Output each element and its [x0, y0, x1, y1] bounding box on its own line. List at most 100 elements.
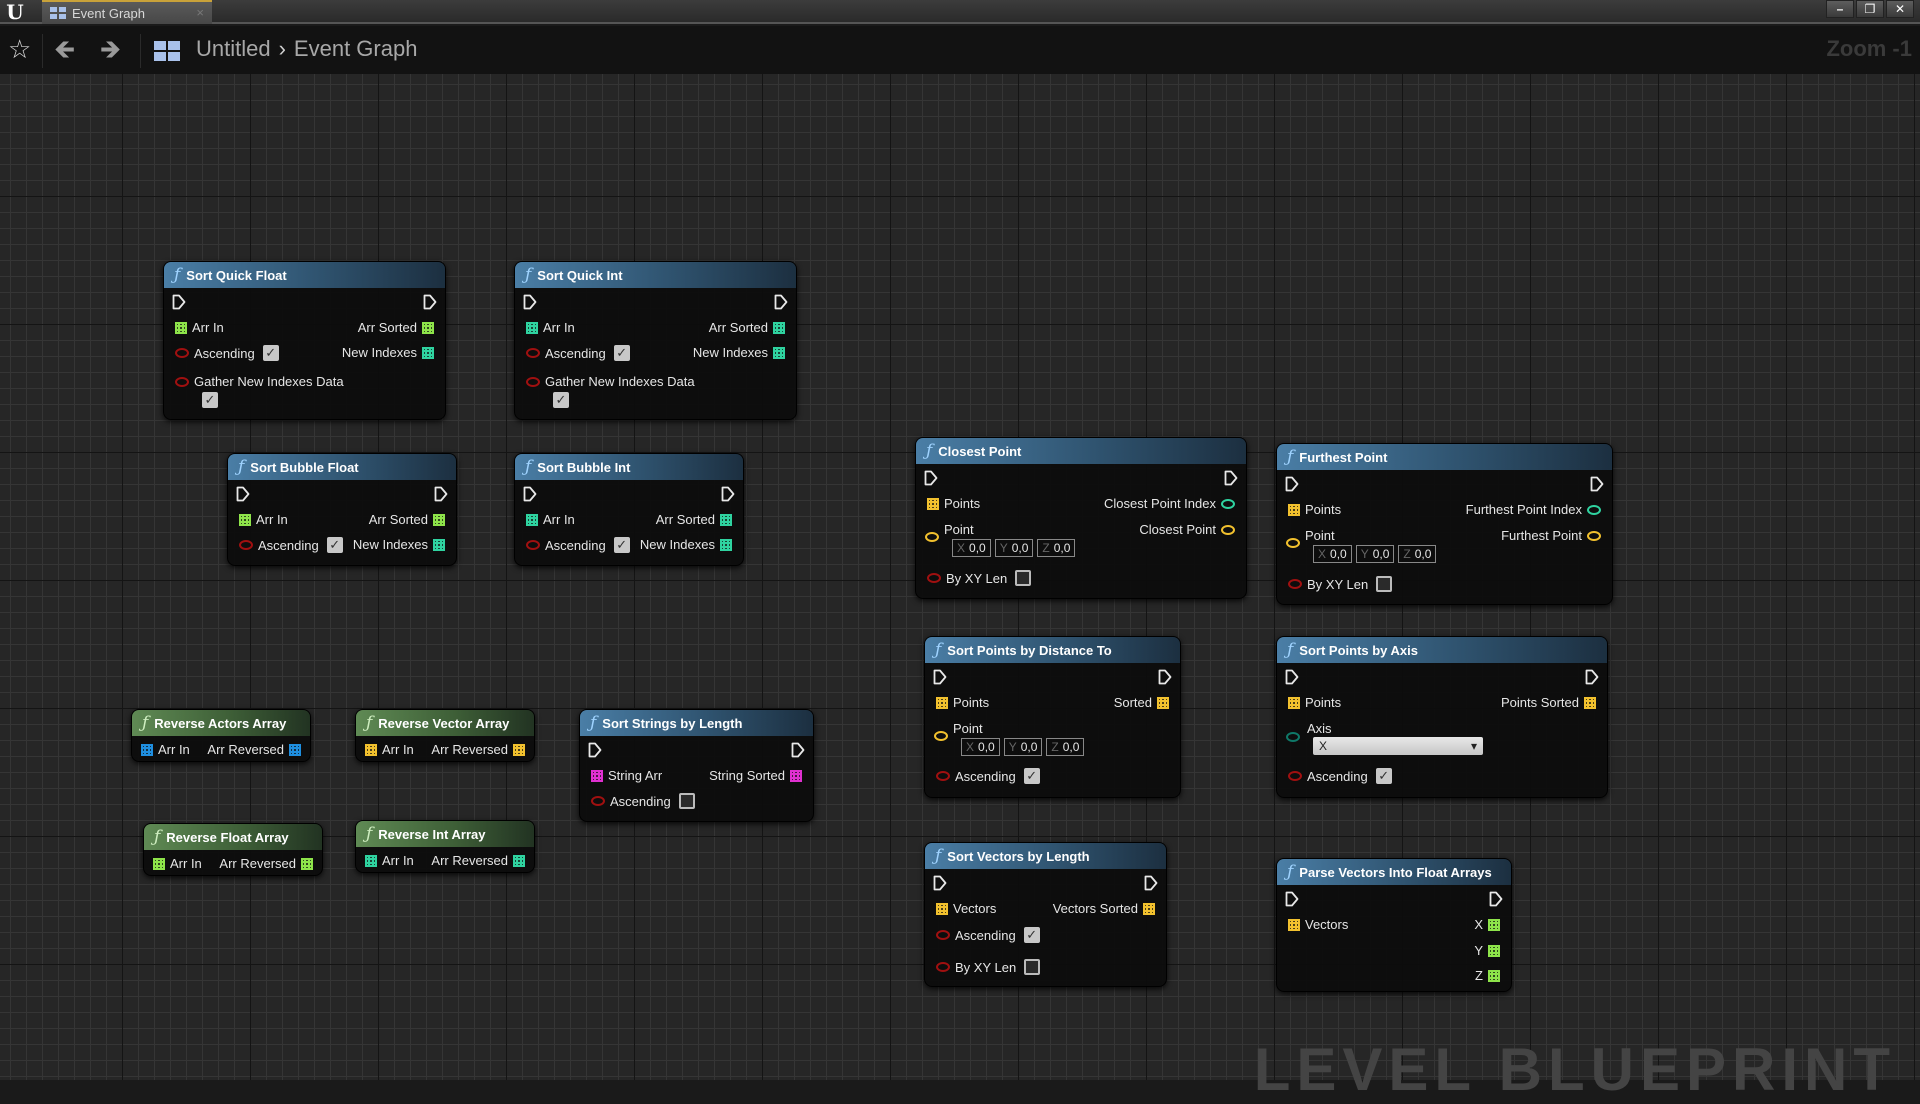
axis-pin[interactable]: [1286, 732, 1300, 742]
exec-out-pin[interactable]: [1158, 669, 1172, 685]
vectors-sorted-pin[interactable]: [1143, 902, 1155, 915]
ascending-pin[interactable]: [175, 348, 189, 358]
node-furthest-point[interactable]: ƒ Furthest Point Points Furthest Point Inde…: [1276, 443, 1613, 605]
exec-in-pin[interactable]: [924, 470, 938, 486]
node-sort-points-distance[interactable]: ƒ Sort Points by Distance To Points Sorted P…: [924, 636, 1181, 798]
points-pin[interactable]: [927, 497, 939, 510]
arr-in-pin[interactable]: [526, 513, 538, 526]
vector-x-field[interactable]: X 0,0: [952, 539, 991, 557]
arr-in-pin[interactable]: [175, 321, 187, 334]
node-header[interactable]: ƒ Sort Points by Distance To: [925, 637, 1180, 663]
exec-in-pin[interactable]: [933, 875, 947, 891]
ascending-pin[interactable]: [591, 796, 605, 806]
exec-out-pin[interactable]: [774, 294, 788, 310]
node-sort-bubble-int[interactable]: ƒ Sort Bubble Int Arr In Arr Sorted Ascendin…: [514, 453, 744, 566]
ascending-checkbox[interactable]: ✓: [1023, 768, 1040, 784]
node-sort-strings[interactable]: ƒ Sort Strings by Length String Arr String …: [579, 709, 814, 822]
node-header[interactable]: ƒ Sort Strings by Length: [580, 710, 813, 736]
favorite-star-icon[interactable]: ☆: [8, 36, 31, 62]
exec-in-pin[interactable]: [523, 486, 537, 502]
node-header[interactable]: ƒ Closest Point: [916, 438, 1246, 464]
breadcrumb-untitled[interactable]: Untitled: [196, 36, 271, 62]
points-pin[interactable]: [1288, 696, 1300, 709]
node-reverse-float[interactable]: ƒ Reverse Float Array Arr In Arr Reversed: [143, 823, 323, 876]
string-sorted-pin[interactable]: [790, 769, 802, 782]
ascending-pin[interactable]: [1288, 771, 1302, 781]
new-indexes-pin[interactable]: [773, 346, 785, 359]
ascending-pin[interactable]: [526, 348, 540, 358]
exec-in-pin[interactable]: [236, 486, 250, 502]
gather-pin[interactable]: [526, 376, 540, 387]
arr-sorted-pin[interactable]: [433, 513, 445, 526]
arr-in-pin[interactable]: [239, 513, 251, 526]
exec-in-pin[interactable]: [1285, 669, 1299, 685]
vector-z-field[interactable]: Z 0,0: [1398, 545, 1437, 563]
vector-y-field[interactable]: Y 0,0: [1003, 738, 1043, 756]
exec-in-pin[interactable]: [523, 294, 537, 310]
node-sort-bubble-float[interactable]: ƒ Sort Bubble Float Arr In Arr Sorted Ascend…: [227, 453, 457, 566]
sorted-pin[interactable]: [1157, 696, 1169, 709]
string-arr-pin[interactable]: [591, 769, 603, 782]
by-xy-len-pin[interactable]: [927, 573, 941, 583]
exec-in-pin[interactable]: [1285, 891, 1299, 907]
graph-canvas[interactable]: LEVEL BLUEPRINT ƒ Sort Quick Float Arr In A…: [0, 74, 1920, 1103]
arr-in-pin[interactable]: [365, 743, 377, 756]
exec-out-pin[interactable]: [423, 294, 437, 310]
new-indexes-pin[interactable]: [433, 538, 445, 551]
close-window-button[interactable]: ✕: [1886, 0, 1914, 18]
node-header[interactable]: ƒ Sort Bubble Int: [515, 454, 743, 480]
arr-reversed-pin[interactable]: [513, 854, 525, 867]
close-tab-icon[interactable]: ×: [196, 5, 204, 20]
by-xy-len-checkbox[interactable]: [1024, 959, 1041, 975]
node-header[interactable]: ƒ Sort Quick Float: [164, 262, 445, 288]
exec-out-pin[interactable]: [1224, 470, 1238, 486]
exec-out-pin[interactable]: [1489, 891, 1503, 907]
breadcrumb-event-graph[interactable]: Event Graph: [294, 36, 418, 62]
point-out-pin[interactable]: [1587, 530, 1601, 541]
tab-event-graph[interactable]: Event Graph ×: [42, 0, 212, 24]
point-in-pin[interactable]: [1286, 538, 1300, 548]
back-arrow-icon[interactable]: 🡸: [54, 36, 75, 62]
ascending-pin[interactable]: [936, 930, 950, 940]
node-sort-quick-int[interactable]: ƒ Sort Quick Int Arr In Arr Sorted Ascending…: [514, 261, 797, 420]
ascending-checkbox[interactable]: ✓: [613, 345, 630, 361]
ascending-pin[interactable]: [936, 771, 950, 781]
node-reverse-int[interactable]: ƒ Reverse Int Array Arr In Arr Reversed: [355, 820, 535, 873]
by-xy-len-pin[interactable]: [936, 962, 950, 972]
ascending-checkbox[interactable]: [678, 793, 695, 809]
gather-pin[interactable]: [175, 376, 189, 387]
point-index-pin[interactable]: [1221, 498, 1235, 509]
out-z-pin[interactable]: [1488, 969, 1500, 982]
vectors-pin[interactable]: [1288, 918, 1300, 931]
ascending-pin[interactable]: [239, 540, 253, 550]
exec-in-pin[interactable]: [588, 742, 602, 758]
arr-in-pin[interactable]: [365, 854, 377, 867]
new-indexes-pin[interactable]: [720, 538, 732, 551]
new-indexes-pin[interactable]: [422, 346, 434, 359]
node-sort-points-axis[interactable]: ƒ Sort Points by Axis Points Points Sorted A…: [1276, 636, 1608, 798]
node-header[interactable]: ƒ Reverse Float Array: [144, 824, 322, 850]
points-pin[interactable]: [936, 696, 948, 709]
points-pin[interactable]: [1288, 503, 1300, 516]
out-y-pin[interactable]: [1488, 944, 1500, 957]
node-reverse-vector[interactable]: ƒ Reverse Vector Array Arr In Arr Reversed: [355, 709, 535, 762]
vector-y-field[interactable]: Y 0,0: [1355, 545, 1395, 563]
arr-sorted-pin[interactable]: [720, 513, 732, 526]
vector-z-field[interactable]: Z 0,0: [1046, 738, 1085, 756]
out-x-pin[interactable]: [1488, 918, 1500, 931]
arr-reversed-pin[interactable]: [513, 743, 525, 756]
ascending-checkbox[interactable]: ✓: [326, 537, 343, 553]
exec-out-pin[interactable]: [1144, 875, 1158, 891]
vector-y-field[interactable]: Y 0,0: [994, 539, 1034, 557]
node-closest-point[interactable]: ƒ Closest Point Points Closest Point Index C…: [915, 437, 1247, 599]
point-index-pin[interactable]: [1587, 504, 1601, 515]
arr-in-pin[interactable]: [526, 321, 538, 334]
exec-in-pin[interactable]: [1285, 476, 1299, 492]
exec-out-pin[interactable]: [721, 486, 735, 502]
exec-out-pin[interactable]: [1590, 476, 1604, 492]
arr-in-pin[interactable]: [153, 857, 165, 870]
vectors-pin[interactable]: [936, 902, 948, 915]
ascending-checkbox[interactable]: ✓: [1023, 927, 1040, 943]
arr-in-pin[interactable]: [141, 743, 153, 756]
node-header[interactable]: ƒ Parse Vectors Into Float Arrays: [1277, 859, 1511, 885]
